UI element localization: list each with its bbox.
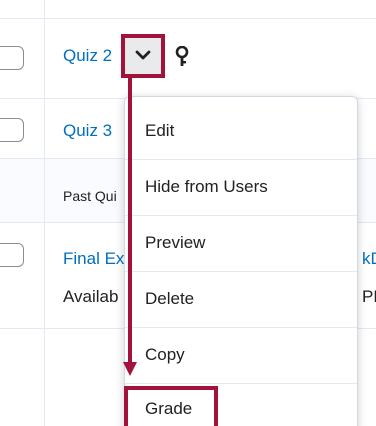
annotation-arrow-shaft	[128, 78, 132, 364]
quiz-link[interactable]: Final Ex	[63, 249, 124, 269]
menu-item-copy[interactable]: Copy	[125, 327, 357, 383]
row-checkbox[interactable]	[0, 46, 24, 70]
column-divider	[44, 0, 45, 426]
menu-item-preview[interactable]: Preview	[125, 215, 357, 271]
key-icon	[174, 45, 190, 68]
quiz-link[interactable]: Quiz 3	[63, 121, 112, 141]
menu-item-delete[interactable]: Delete	[125, 271, 357, 327]
grade-highlight-box	[124, 386, 218, 426]
menu-divider	[125, 383, 357, 384]
quiz-link[interactable]: Quiz 2	[63, 46, 112, 66]
chevron-down-icon	[135, 47, 151, 65]
section-label: Past Qui	[63, 188, 117, 204]
menu-item-edit[interactable]: Edit	[125, 103, 357, 159]
row-checkbox[interactable]	[0, 118, 24, 142]
actions-dropdown-button[interactable]	[121, 34, 165, 78]
row-checkbox[interactable]	[0, 243, 24, 267]
annotation-arrow-head	[123, 362, 137, 376]
truncated-time: PM	[362, 287, 376, 306]
table-top-border	[0, 18, 376, 19]
truncated-link[interactable]: kD	[362, 249, 376, 269]
availability-text: Availab	[63, 287, 119, 306]
menu-item-hide-from-users[interactable]: Hide from Users	[125, 159, 357, 215]
quiz-list-page: Quiz 2 Quiz 3 Past Qui Final Ex Availab …	[0, 0, 376, 426]
context-menu: Edit Hide from Users Preview Delete Copy…	[124, 96, 358, 426]
